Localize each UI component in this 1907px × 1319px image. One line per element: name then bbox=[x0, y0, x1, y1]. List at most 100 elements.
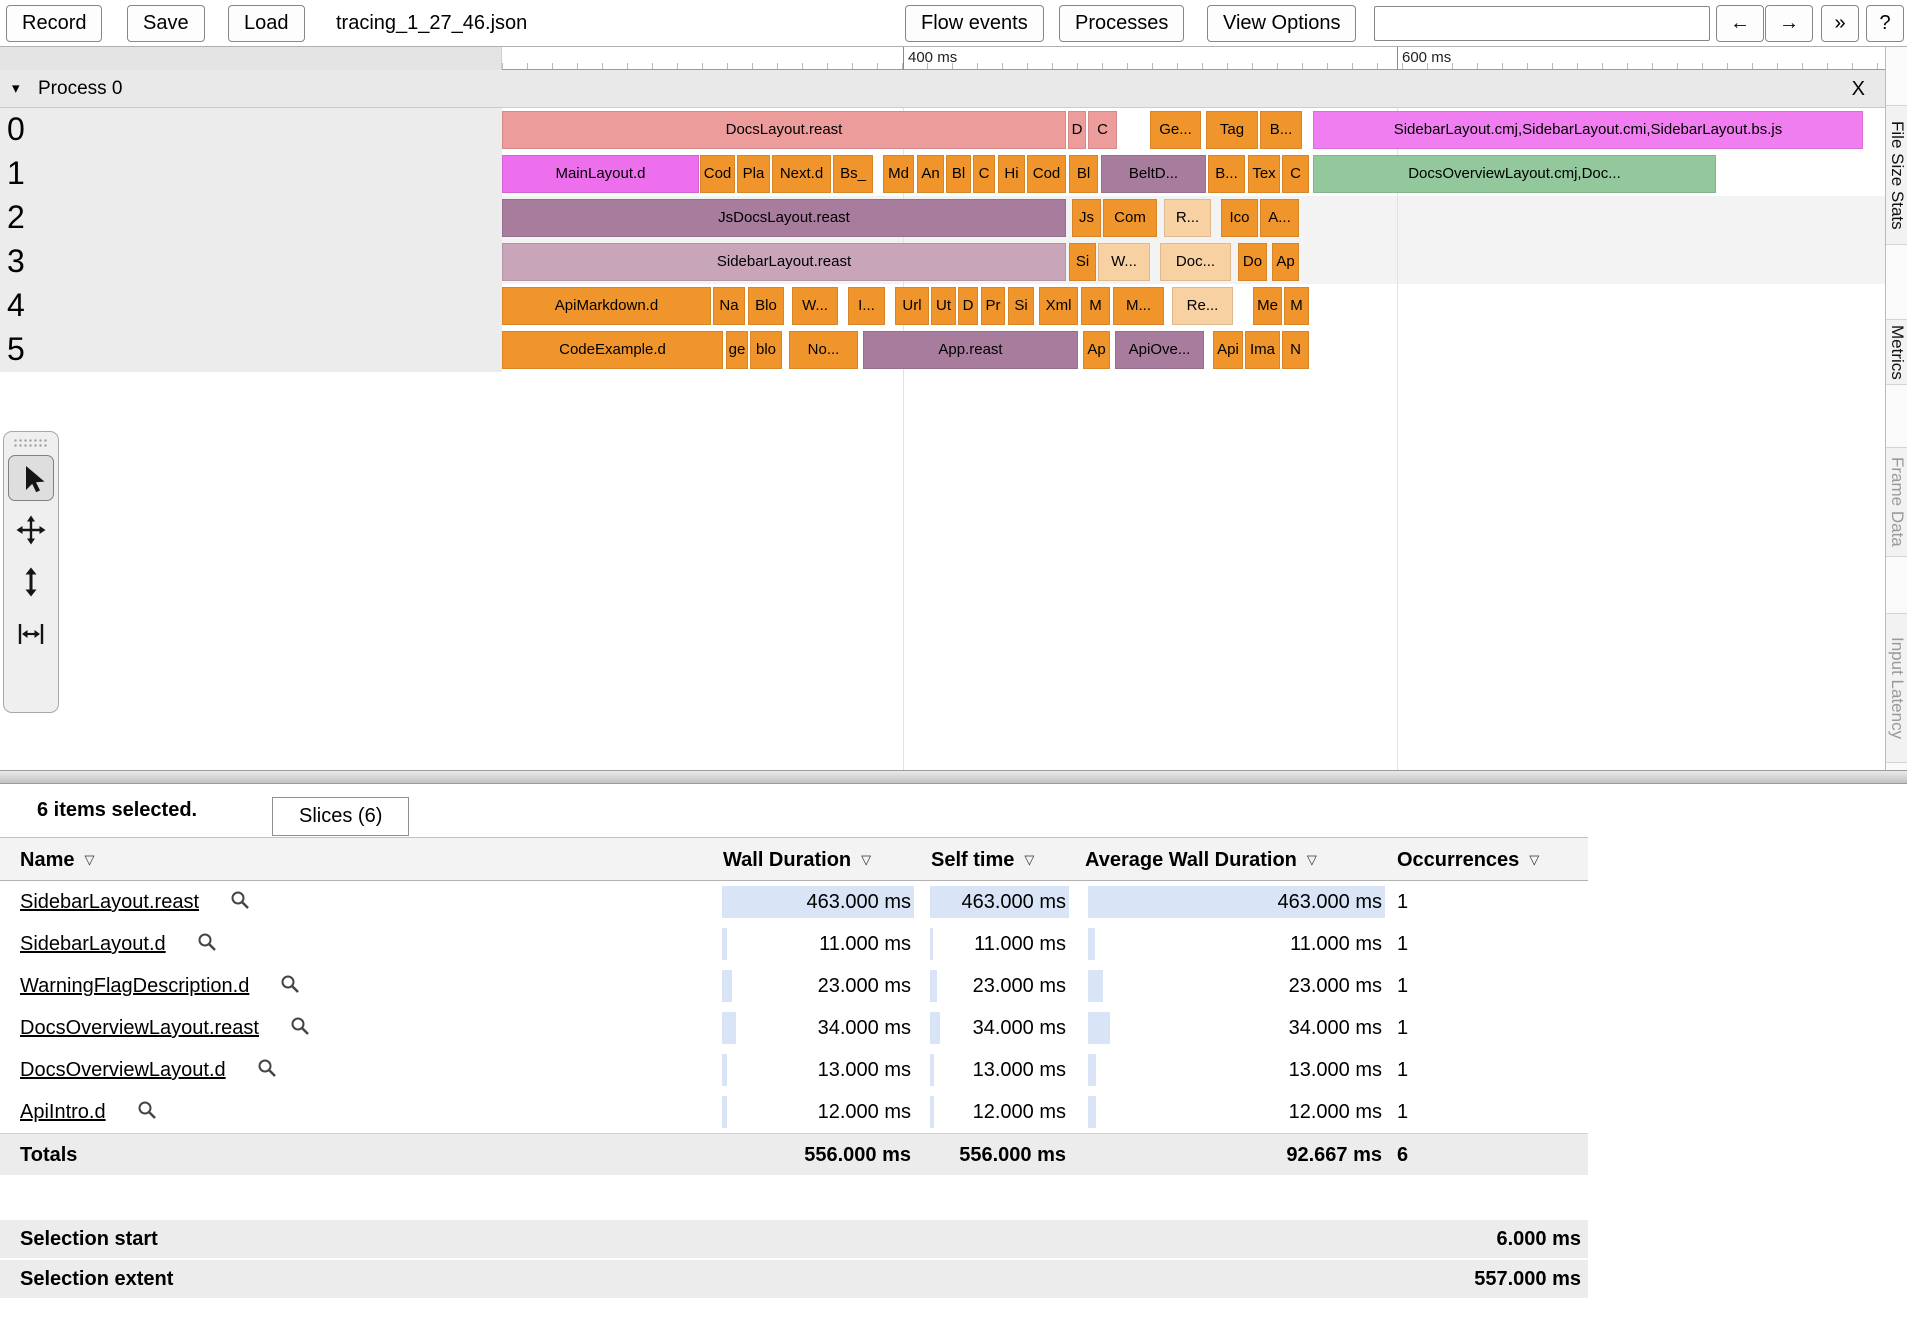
column-header-occurrences[interactable]: Occurrences ▽ bbox=[1397, 838, 1539, 882]
trace-slice[interactable]: Tag bbox=[1206, 111, 1258, 149]
trace-slice[interactable]: Com bbox=[1103, 199, 1157, 237]
sort-icon[interactable]: ▽ bbox=[1529, 852, 1539, 867]
save-button[interactable]: Save bbox=[127, 5, 205, 42]
trace-slice[interactable]: A... bbox=[1260, 199, 1299, 237]
help-button[interactable]: ? bbox=[1866, 5, 1904, 42]
slice-name-link[interactable]: DocsOverviewLayout.reast bbox=[20, 1017, 259, 1039]
slice-name-link[interactable]: ApiIntro.d bbox=[20, 1101, 106, 1123]
trace-slice[interactable]: D bbox=[958, 287, 978, 325]
trace-slice[interactable]: SidebarLayout.reast bbox=[502, 243, 1066, 281]
trace-slice[interactable]: M bbox=[1081, 287, 1110, 325]
trace-slice[interactable]: SidebarLayout.cmj,SidebarLayout.cmi,Side… bbox=[1313, 111, 1863, 149]
side-tab-file-size-stats[interactable]: File Size Stats bbox=[1886, 105, 1907, 245]
trace-slice[interactable]: CodeExample.d bbox=[502, 331, 723, 369]
trace-slice[interactable]: ApiMarkdown.d bbox=[502, 287, 711, 325]
trace-slice[interactable]: Si bbox=[1069, 243, 1096, 281]
trace-slice[interactable]: M... bbox=[1113, 287, 1164, 325]
trace-slice[interactable]: D bbox=[1068, 111, 1086, 149]
magnifier-button[interactable] bbox=[289, 1010, 311, 1052]
trace-slice[interactable]: Bl bbox=[1069, 155, 1098, 193]
trace-slice[interactable]: Ap bbox=[1272, 243, 1299, 281]
trace-slice[interactable]: MainLayout.d bbox=[502, 155, 699, 193]
column-header-average-wall-duration[interactable]: Average Wall Duration ▽ bbox=[1085, 838, 1317, 882]
pan-tool-button[interactable] bbox=[8, 507, 54, 553]
side-tab-metrics[interactable]: Metrics bbox=[1886, 319, 1907, 385]
palette-drag-handle[interactable] bbox=[13, 438, 49, 449]
trace-slice[interactable]: Ico bbox=[1221, 199, 1258, 237]
trace-slice[interactable]: Api bbox=[1213, 331, 1243, 369]
flow-events-button[interactable]: Flow events bbox=[905, 5, 1044, 42]
trace-slice[interactable]: Url bbox=[895, 287, 929, 325]
nav-forward-button[interactable]: → bbox=[1765, 5, 1813, 42]
trace-slice[interactable]: R... bbox=[1164, 199, 1211, 237]
trace-slice[interactable]: Bl bbox=[946, 155, 971, 193]
trace-slice[interactable]: Ima bbox=[1245, 331, 1280, 369]
column-header-wall-duration[interactable]: Wall Duration ▽ bbox=[723, 838, 871, 882]
trace-slice[interactable]: Cod bbox=[1027, 155, 1066, 193]
trace-slice[interactable]: Md bbox=[883, 155, 914, 193]
overflow-button[interactable]: » bbox=[1821, 5, 1859, 42]
trace-slice[interactable]: Me bbox=[1253, 287, 1282, 325]
trace-slice[interactable]: C bbox=[1088, 111, 1117, 149]
trace-slice[interactable]: Ut bbox=[931, 287, 956, 325]
trace-slice[interactable]: Js bbox=[1072, 199, 1101, 237]
trace-slice[interactable]: Ge... bbox=[1150, 111, 1201, 149]
trace-slice[interactable]: Next.d bbox=[772, 155, 831, 193]
slice-name-link[interactable]: WarningFlagDescription.d bbox=[20, 975, 249, 997]
tool-palette[interactable] bbox=[3, 431, 59, 713]
load-button[interactable]: Load bbox=[228, 5, 305, 42]
selection-tool-button[interactable] bbox=[8, 455, 54, 501]
trace-slice[interactable]: Tex bbox=[1248, 155, 1280, 193]
trace-slice[interactable]: DocsLayout.reast bbox=[502, 111, 1066, 149]
trace-slice[interactable]: B... bbox=[1260, 111, 1302, 149]
slice-name-link[interactable]: SidebarLayout.d bbox=[20, 933, 166, 955]
trace-slice[interactable]: Ap bbox=[1083, 331, 1110, 369]
search-input[interactable] bbox=[1374, 6, 1710, 41]
sort-icon[interactable]: ▽ bbox=[1024, 852, 1034, 867]
collapse-icon[interactable]: ▾ bbox=[12, 70, 20, 108]
trace-slice[interactable]: Xml bbox=[1039, 287, 1078, 325]
trace-slice[interactable]: B... bbox=[1208, 155, 1245, 193]
column-header-name[interactable]: Name ▽ bbox=[20, 838, 94, 882]
trace-slice[interactable]: Pla bbox=[737, 155, 770, 193]
timeline[interactable]: 012345 DocsLayout.reast D C Ge... Tag B... Sid… bbox=[0, 108, 1885, 770]
slice-name-link[interactable]: SidebarLayout.reast bbox=[20, 891, 199, 913]
slice-name-link[interactable]: DocsOverviewLayout.d bbox=[20, 1059, 226, 1081]
panel-splitter[interactable] bbox=[0, 770, 1907, 784]
trace-slice[interactable]: Bs_ bbox=[833, 155, 873, 193]
side-tab-input-latency[interactable]: Input Latency bbox=[1886, 613, 1907, 763]
magnifier-button[interactable] bbox=[256, 1052, 278, 1094]
trace-slice[interactable]: Hi bbox=[998, 155, 1025, 193]
trace-slice[interactable]: W... bbox=[792, 287, 838, 325]
trace-slice[interactable]: blo bbox=[750, 331, 782, 369]
trace-slice[interactable]: Blo bbox=[748, 287, 784, 325]
sort-icon[interactable]: ▽ bbox=[1307, 852, 1317, 867]
trace-slice[interactable]: DocsOverviewLayout.cmj,Doc... bbox=[1313, 155, 1716, 193]
zoom-tool-button[interactable] bbox=[8, 559, 54, 605]
trace-slice[interactable]: ge bbox=[726, 331, 748, 369]
trace-slice[interactable]: C bbox=[973, 155, 995, 193]
tab-slices[interactable]: Slices (6) bbox=[272, 797, 410, 836]
trace-slice[interactable]: C bbox=[1282, 155, 1309, 193]
close-button[interactable]: X bbox=[1852, 70, 1865, 108]
nav-back-button[interactable]: ← bbox=[1716, 5, 1764, 42]
magnifier-button[interactable] bbox=[229, 884, 251, 926]
record-button[interactable]: Record bbox=[6, 5, 103, 42]
trace-slice[interactable]: Doc... bbox=[1160, 243, 1231, 281]
trace-slice[interactable]: An bbox=[917, 155, 944, 193]
column-header-self-time[interactable]: Self time ▽ bbox=[931, 838, 1034, 882]
trace-slice[interactable]: App.reast bbox=[863, 331, 1078, 369]
trace-slice[interactable]: JsDocsLayout.reast bbox=[502, 199, 1066, 237]
trace-slice[interactable]: N bbox=[1282, 331, 1309, 369]
trace-slice[interactable]: No... bbox=[789, 331, 858, 369]
process-header[interactable]: ▾ Process 0 X bbox=[0, 70, 1885, 108]
processes-button[interactable]: Processes bbox=[1059, 5, 1185, 42]
sort-icon[interactable]: ▽ bbox=[84, 852, 94, 867]
trace-slice[interactable]: Re... bbox=[1172, 287, 1233, 325]
trace-slice[interactable]: Pr bbox=[981, 287, 1005, 325]
sort-icon[interactable]: ▽ bbox=[861, 852, 871, 867]
timing-tool-button[interactable] bbox=[8, 611, 54, 657]
trace-slice[interactable]: ApiOve... bbox=[1115, 331, 1204, 369]
magnifier-button[interactable] bbox=[279, 968, 301, 1010]
trace-slice[interactable]: Si bbox=[1008, 287, 1034, 325]
